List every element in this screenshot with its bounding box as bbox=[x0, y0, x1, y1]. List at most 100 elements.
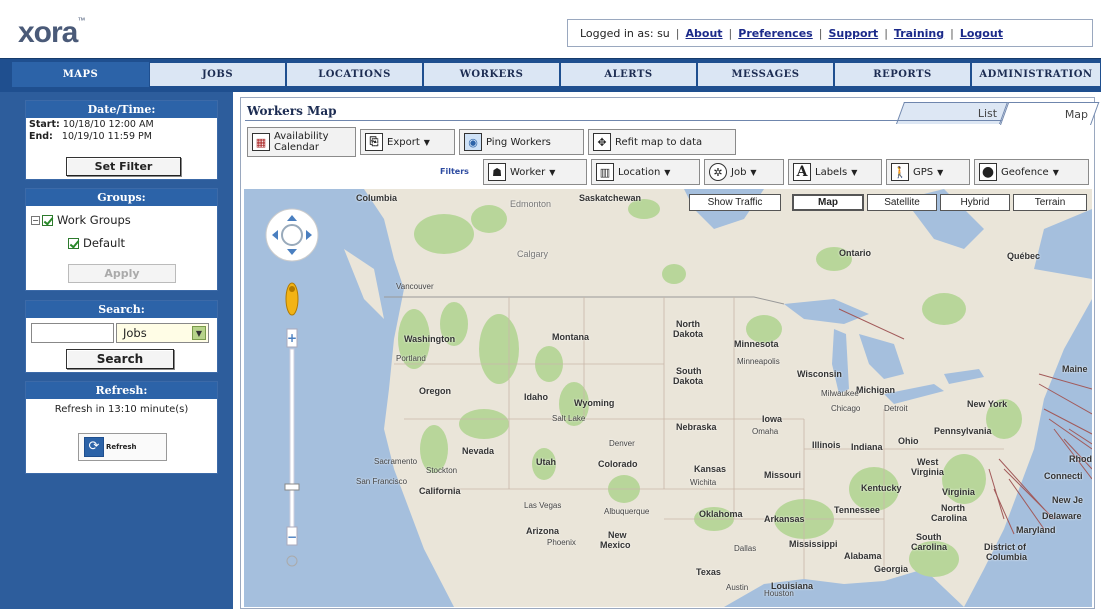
filters-label: Filters bbox=[440, 167, 469, 176]
text-label-icon: A bbox=[793, 163, 811, 181]
filter-job-button[interactable]: ✲ Job ▼ bbox=[704, 159, 784, 185]
map-type-map[interactable]: Map bbox=[792, 194, 864, 211]
tab-messages[interactable]: MESSAGES bbox=[697, 62, 834, 87]
tab-map[interactable]: Map bbox=[1000, 102, 1100, 125]
lake-superior bbox=[784, 299, 869, 324]
apply-button[interactable]: Apply bbox=[68, 264, 176, 283]
tab-maps[interactable]: MAPS bbox=[12, 62, 149, 87]
map-label: Missouri bbox=[764, 470, 802, 480]
end-value: 10/19/10 11:59 PM bbox=[61, 131, 152, 142]
training-link[interactable]: Training bbox=[894, 27, 944, 40]
tab-alerts[interactable]: ALERTS bbox=[560, 62, 697, 87]
preferences-link[interactable]: Preferences bbox=[738, 27, 812, 40]
export-icon: ⎘ bbox=[365, 133, 383, 151]
map-label: Carolina bbox=[931, 513, 968, 523]
refresh-button[interactable]: ⟳ Refresh bbox=[78, 433, 167, 461]
map-label: Albuquerque bbox=[604, 507, 650, 516]
map-label: Dakota bbox=[673, 376, 704, 386]
map-label: Milwaukee bbox=[821, 389, 859, 398]
search-type-select[interactable]: Jobs ▼ bbox=[116, 323, 209, 343]
map-label: Detroit bbox=[884, 404, 908, 413]
pegman-icon[interactable] bbox=[285, 282, 299, 316]
default-label: Default bbox=[83, 236, 126, 250]
filter-gps-button[interactable]: 🚶 GPS ▼ bbox=[886, 159, 970, 185]
map-label: Wichita bbox=[690, 478, 717, 487]
map-label: Maryland bbox=[1016, 525, 1056, 535]
tab-administration[interactable]: ADMINISTRATION bbox=[971, 62, 1101, 87]
map-label: Michigan bbox=[856, 385, 896, 395]
default-checkbox[interactable] bbox=[68, 237, 79, 249]
map-label: Denver bbox=[609, 439, 635, 448]
lake-huron bbox=[859, 334, 904, 379]
search-button[interactable]: Search bbox=[66, 349, 174, 369]
tab-jobs[interactable]: JOBS bbox=[149, 62, 286, 87]
work-groups-checkbox[interactable] bbox=[42, 214, 53, 226]
building-icon: ▥ bbox=[596, 163, 614, 181]
caret-down-icon: ▼ bbox=[549, 167, 556, 177]
map-label: Carolina bbox=[911, 542, 948, 552]
about-link[interactable]: About bbox=[686, 27, 723, 40]
map-canvas[interactable]: + − Show Traffic Map Satellite Hybrid Te… bbox=[244, 189, 1092, 607]
logout-link[interactable]: Logout bbox=[960, 27, 1003, 40]
logged-in-text: Logged in as: su bbox=[580, 26, 670, 40]
map-label: Arkansas bbox=[764, 514, 805, 524]
map-label: Las Vegas bbox=[524, 501, 562, 510]
main-nav: MAPS JOBS LOCATIONS WORKERS ALERTS MESSA… bbox=[0, 58, 1101, 89]
workers-map-panel: Workers Map List Map ▦ Availability Calen… bbox=[240, 97, 1100, 609]
caret-down-icon: ▼ bbox=[750, 167, 757, 177]
show-traffic-button[interactable]: Show Traffic bbox=[689, 194, 781, 211]
map-label: Wyoming bbox=[574, 398, 615, 408]
collapse-icon[interactable]: − bbox=[31, 215, 40, 225]
ping-workers-button[interactable]: ◉ Ping Workers bbox=[459, 129, 584, 155]
refresh-title: Refresh: bbox=[26, 382, 217, 399]
map-label: Indiana bbox=[851, 442, 883, 452]
map-type-terrain[interactable]: Terrain bbox=[1013, 194, 1087, 211]
start-label: Start: bbox=[29, 119, 60, 130]
pan-control[interactable] bbox=[265, 208, 319, 262]
set-filter-button[interactable]: Set Filter bbox=[66, 157, 181, 176]
caret-down-icon: ▼ bbox=[664, 167, 671, 177]
ping-workers-label: Ping Workers bbox=[486, 136, 551, 148]
xora-logo[interactable]: xora™ bbox=[18, 16, 85, 50]
refit-map-button[interactable]: ✥ Refit map to data bbox=[588, 129, 736, 155]
start-value: 10/18/10 12:00 AM bbox=[62, 119, 154, 130]
tab-locations[interactable]: LOCATIONS bbox=[286, 62, 423, 87]
map-label: Iowa bbox=[762, 414, 783, 424]
tab-reports[interactable]: REPORTS bbox=[834, 62, 971, 87]
map-label: Virginia bbox=[911, 467, 944, 477]
export-label: Export bbox=[387, 136, 420, 148]
filter-geofence-label: Geofence bbox=[1001, 166, 1049, 178]
dropdown-arrow-icon: ▼ bbox=[192, 326, 206, 340]
search-input[interactable] bbox=[31, 323, 114, 343]
filter-labels-label: Labels bbox=[815, 166, 848, 178]
support-link[interactable]: Support bbox=[828, 27, 878, 40]
map-label: Wisconsin bbox=[797, 369, 842, 379]
map-label: Phoenix bbox=[547, 538, 576, 547]
refresh-panel: Refresh: Refresh in 13:10 minute(s) ⟳ Re… bbox=[25, 381, 218, 474]
map-label: Maine bbox=[1062, 364, 1088, 374]
datetime-panel: Date/Time: Start: 10/18/10 12:00 AM End:… bbox=[25, 100, 218, 180]
availability-calendar-button[interactable]: ▦ Availability Calendar bbox=[247, 127, 356, 157]
filter-worker-button[interactable]: ☗ Worker ▼ bbox=[483, 159, 587, 185]
caret-down-icon: ▼ bbox=[851, 167, 858, 177]
sidebar: Date/Time: Start: 10/18/10 12:00 AM End:… bbox=[0, 92, 233, 609]
filter-labels-button[interactable]: A Labels ▼ bbox=[788, 159, 882, 185]
filter-geofence-button[interactable]: ● Geofence ▼ bbox=[974, 159, 1089, 185]
top-links-bar: Logged in as: su | About | Preferences |… bbox=[567, 19, 1093, 47]
map-type-satellite[interactable]: Satellite bbox=[867, 194, 937, 211]
map-tiles: + − bbox=[244, 189, 1092, 607]
map-label: Idaho bbox=[524, 392, 548, 402]
export-button[interactable]: ⎘ Export ▼ bbox=[360, 129, 455, 155]
filter-worker-label: Worker bbox=[510, 166, 546, 178]
map-label: Washington bbox=[404, 334, 456, 344]
tab-workers[interactable]: WORKERS bbox=[423, 62, 560, 87]
availability-label-line1: Availability bbox=[274, 131, 329, 142]
map-label: Columbia bbox=[356, 193, 398, 203]
tab-list-label: List bbox=[977, 107, 997, 120]
tab-map-label: Map bbox=[1064, 107, 1089, 121]
map-label: Mexico bbox=[600, 540, 631, 550]
filter-location-button[interactable]: ▥ Location ▼ bbox=[591, 159, 700, 185]
map-label: Kansas bbox=[694, 464, 727, 474]
map-label: Omaha bbox=[752, 427, 779, 436]
map-type-hybrid[interactable]: Hybrid bbox=[940, 194, 1010, 211]
